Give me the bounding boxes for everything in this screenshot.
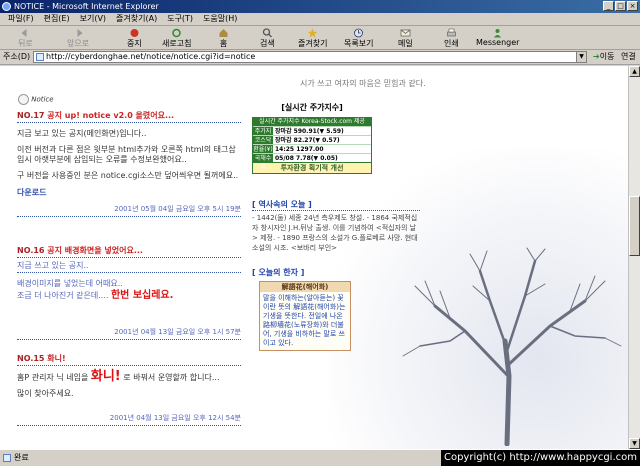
menu-edit[interactable]: 편집(E) xyxy=(44,13,70,25)
messenger-button[interactable]: Messenger xyxy=(476,28,519,48)
menu-tools[interactable]: 도구(T) xyxy=(167,13,193,25)
home-icon xyxy=(219,29,228,37)
address-label: 주소(D) xyxy=(3,52,31,61)
post-line: 지금 보고 있는 공지(메인화면)입니다.. xyxy=(17,129,147,138)
status-page-icon xyxy=(3,454,11,462)
highlight-text: 한번 보십레요. xyxy=(110,290,174,301)
browser-window: NOTICE - Microsoft Internet Explorer _ □… xyxy=(0,0,640,466)
links-button[interactable]: 연결 xyxy=(621,50,636,64)
notice-logo: Notice xyxy=(18,94,54,105)
history-icon xyxy=(354,28,364,38)
menu-view[interactable]: 보기(V) xyxy=(80,13,106,25)
history-text: - 1442(둘) 세종 24년 측우제도 창설. - 1864 국제적십자 창… xyxy=(252,214,418,252)
post-date: 2001년 05월 04일 금요일 오후 5시 19분 xyxy=(17,204,241,217)
stock-table[interactable]: 실시간 주가지수 Korea-Stock.com 제공 주가지수장마감 590.… xyxy=(252,117,372,174)
refresh-icon xyxy=(172,28,181,38)
search-button[interactable]: 검색 xyxy=(260,28,275,48)
maximize-button[interactable]: □ xyxy=(615,1,626,11)
post-title[interactable]: NO.16 공지 배경화면을 넣었어요... xyxy=(17,245,241,258)
stock-row: 주가지수장마감 590.91(▼ 5.59) xyxy=(253,126,371,144)
back-arrow-icon xyxy=(21,29,27,37)
hanja-header: [ 오늘의 한자 ] xyxy=(252,268,305,277)
stop-icon xyxy=(130,29,139,37)
post-line: 많이 찾아주세요. xyxy=(17,389,74,398)
post-15: NO.15 화니! 홈P 관리자 닉 네임을 화니! 로 바꿔서 운영할까 합니… xyxy=(17,353,241,426)
stock-row: 코스닥 장마감 82.27(▼ 0.57) xyxy=(253,135,371,144)
go-button[interactable]: ➔이동 xyxy=(593,50,614,64)
title-bar[interactable]: NOTICE - Microsoft Internet Explorer _ □… xyxy=(0,0,640,13)
page-icon xyxy=(36,53,44,61)
vertical-scrollbar[interactable]: ▲ ▼ xyxy=(628,66,640,449)
address-input[interactable]: http://cyberdonghae.net/notice/notice.cg… xyxy=(33,51,587,63)
window-controls: _ □ × xyxy=(603,1,638,11)
stop-button[interactable]: 중지 xyxy=(127,28,142,48)
tree-image xyxy=(402,247,622,446)
printer-icon xyxy=(447,28,456,37)
post-subtitle: 지금 쓰고 있는 공지.. xyxy=(17,260,241,273)
hanja-box: 解語花(해어화) 말을 이해하는(알아듣는) 꽃이란 뜻의 解語花(해어화)는 … xyxy=(259,281,351,351)
post-date: 2001년 04월 13일 금요일 오후 1시 57분 xyxy=(17,327,241,340)
post-line: 홈P 관리자 닉 네임을 화니! 로 바꿔서 운영할까 합니다... xyxy=(17,369,220,384)
post-line: 배경이미지를 넣었는데 어때요.. xyxy=(17,279,123,288)
post-16: NO.16 공지 배경화면을 넣었어요... 지금 쓰고 있는 공지.. 배경이… xyxy=(17,245,241,340)
hanja-title: 解語花(해어화) xyxy=(260,282,350,292)
address-bar: 주소(D) http://cyberdonghae.net/notice/not… xyxy=(0,50,640,65)
post-title[interactable]: NO.17 공지 up! notice v2.0 올렸어요... xyxy=(17,110,241,123)
forward-button[interactable]: 앞으로 xyxy=(67,28,89,48)
home-button[interactable]: 홈 xyxy=(218,28,229,48)
search-icon xyxy=(262,28,272,38)
stock-header: [실시간 주가지수] xyxy=(281,103,343,112)
toolbar: 뒤로 앞으로 중지 새로고침 홈 검색 즐겨찾기 목록보기 메일 인쇄 Mess… xyxy=(0,26,640,50)
menu-favorites[interactable]: 즐겨찾기(A) xyxy=(116,13,157,25)
back-button[interactable]: 뒤로 xyxy=(18,28,33,48)
menu-bar: 파일(F) 편집(E) 보기(V) 즐겨찾기(A) 도구(T) 도움말(H) xyxy=(0,13,640,26)
address-url: http://cyberdonghae.net/notice/notice.cg… xyxy=(46,52,256,61)
post-17: NO.17 공지 up! notice v2.0 올렸어요... 지금 보고 있… xyxy=(17,110,241,217)
post-title[interactable]: NO.15 화니! xyxy=(17,353,241,366)
forward-arrow-icon xyxy=(77,29,83,37)
close-button[interactable]: × xyxy=(627,1,638,11)
favorites-star-icon xyxy=(307,28,318,38)
post-line: 이전 버전과 다른 점은 윗부분 html추가와 오른쪽 html의 태그삽입시… xyxy=(17,145,236,164)
download-link[interactable]: 다운로드 xyxy=(17,187,241,198)
page-content: 시가 쓰고 여자의 마음은 믿힘과 같다. Notice NO.17 공지 up… xyxy=(0,66,628,449)
scroll-up-icon[interactable]: ▲ xyxy=(629,66,640,77)
stock-headline[interactable]: 투자환경 획기적 개선 xyxy=(253,162,371,173)
copyright-notice: Copyright(c) http://www.happycgi.com xyxy=(440,450,640,466)
post-line: 구 버전을 사용중인 분은 notice.cgi소스만 덮어씌우면 될꺼에요.. xyxy=(17,171,239,180)
big-text: 화니! xyxy=(90,369,121,384)
stock-source: 실시간 주가지수 Korea-Stock.com 제공 xyxy=(253,118,371,126)
history-header: [ 역사속의 오늘 ] xyxy=(252,199,420,211)
go-arrow-icon: ➔ xyxy=(593,52,600,61)
window-title: NOTICE - Microsoft Internet Explorer xyxy=(14,2,159,11)
menu-help[interactable]: 도움말(H) xyxy=(203,13,237,25)
stock-row: 국채수익 05/08 7.78(▼ 0.05) xyxy=(253,153,371,171)
hanja-widget: [ 오늘의 한자 ] 解語花(해어화) 말을 이해하는(알아듣는) 꽃이란 뜻의… xyxy=(252,267,402,351)
page-quote: 시가 쓰고 여자의 마음은 믿힘과 같다. xyxy=(300,79,426,88)
post-date: 2001년 04월 13일 금요일 오후 12시 54분 xyxy=(17,413,241,426)
status-text: 완료 xyxy=(14,453,29,462)
scroll-thumb[interactable] xyxy=(629,196,640,256)
stock-row: 환율(¥) 14:25 1297.00 xyxy=(253,144,371,153)
mail-button[interactable]: 메일 xyxy=(398,28,413,48)
post-line: 조금 더 나아진거 같은데.... 한번 보십레요. xyxy=(17,290,174,301)
print-button[interactable]: 인쇄 xyxy=(444,28,459,48)
menu-file[interactable]: 파일(F) xyxy=(8,13,34,25)
minimize-button[interactable]: _ xyxy=(603,1,614,11)
history-button[interactable]: 목록보기 xyxy=(344,28,373,48)
stock-widget: [실시간 주가지수] 실시간 주가지수 Korea-Stock.com 제공 주… xyxy=(252,102,372,174)
address-dropdown-icon[interactable]: ▼ xyxy=(576,52,586,62)
chick-icon xyxy=(18,94,29,105)
status-bar: 완료 Copyright(c) http://www.happycgi.com xyxy=(0,449,640,466)
mail-icon xyxy=(400,29,411,37)
hanja-text: 말을 이해하는(알아듣는) 꽃이란 뜻의 解語花(해어화)는 기생을 뜻한다. … xyxy=(263,294,346,347)
refresh-button[interactable]: 새로고침 xyxy=(162,28,191,48)
messenger-icon xyxy=(494,29,502,38)
ie-icon xyxy=(2,2,11,11)
scroll-down-icon[interactable]: ▼ xyxy=(629,438,640,449)
favorites-button[interactable]: 즐겨찾기 xyxy=(298,28,327,48)
history-widget: [ 역사속의 오늘 ] - 1442(둘) 세종 24년 측우제도 창설. - … xyxy=(252,199,420,253)
